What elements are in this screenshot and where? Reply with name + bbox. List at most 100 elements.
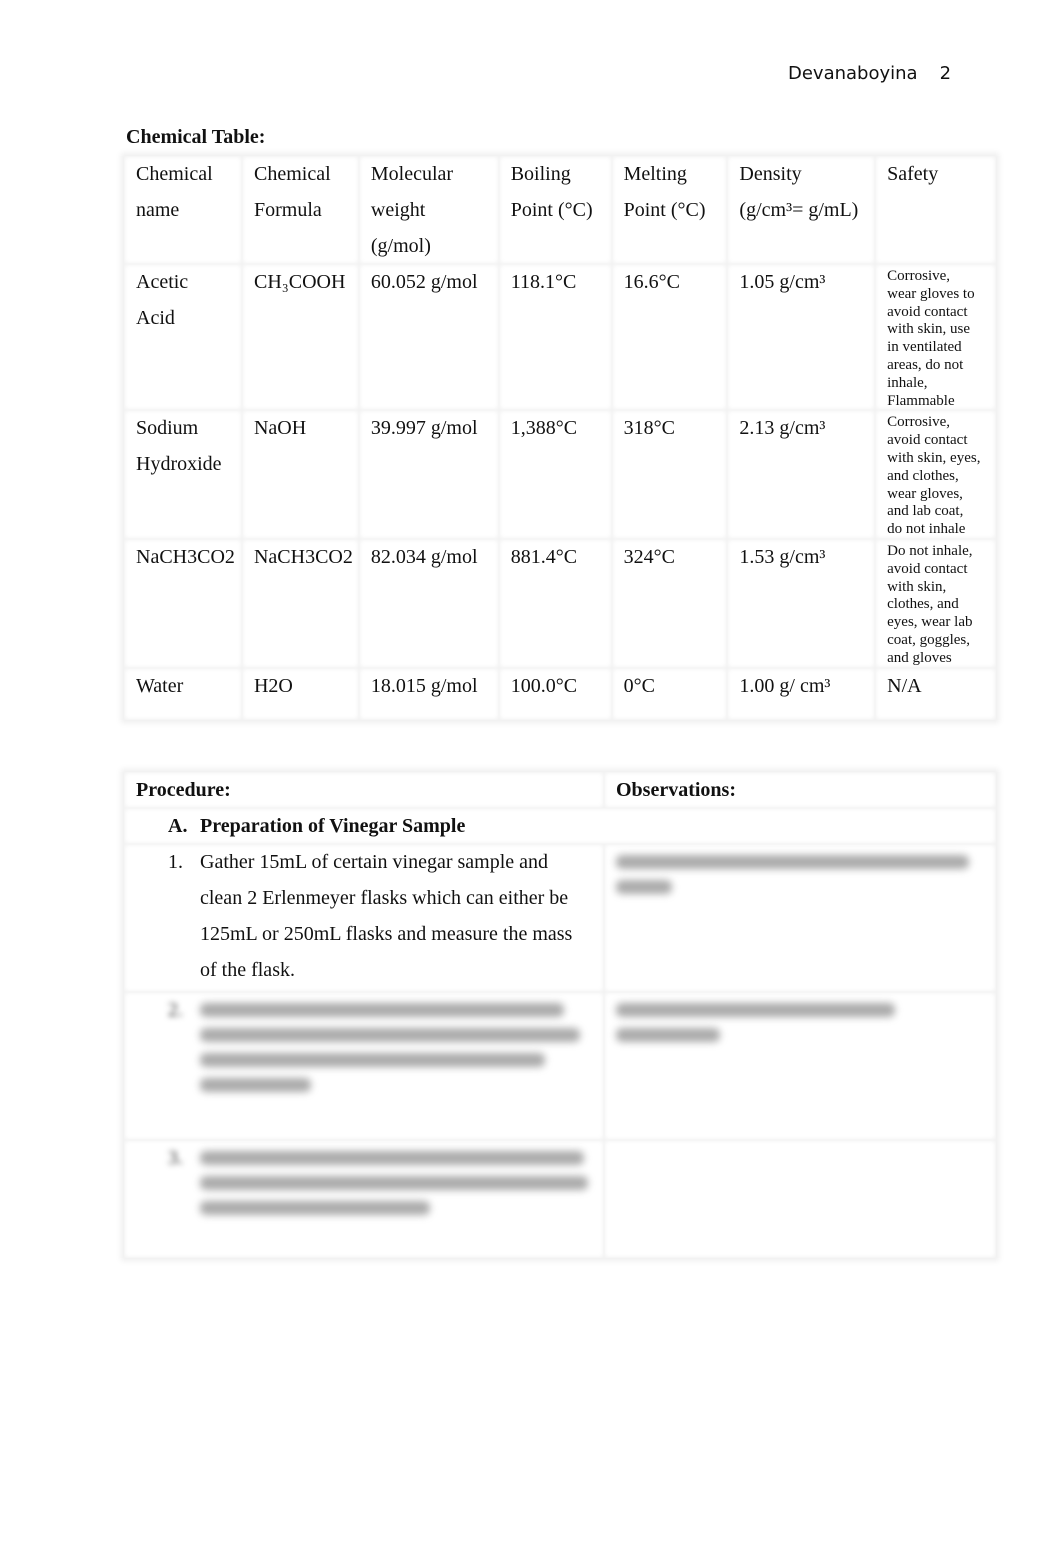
procedure-step-row: 3. [124,1140,996,1258]
chemical-name: Sodium [136,417,199,440]
procedure-table: Procedure: Observations: A. Preparation … [124,772,996,1258]
redacted-text [616,880,672,894]
redacted-step-text [200,992,596,1103]
safety-line: wear gloves to [887,285,975,302]
chemical-table: Chemical name Chemical Formula Molecular weig… [124,156,996,720]
redacted-text [616,1003,895,1017]
chemical-formula: NaOH [242,410,359,539]
procedure-step-3: 3. [124,1140,604,1258]
chemical-row: Acetic Acid CH₃COOH 60.052 g/mol 118.1°C 16.6… [124,264,996,410]
section-heading: A. Preparation of Vinegar Sample [124,808,996,844]
safety-line: with skin, [887,578,947,595]
step-line: 125mL or 250mL flasks and measure the ma… [200,923,573,945]
column-header: Chemical Formula [242,156,359,264]
column-header-line: name [136,199,180,221]
step-text: Gather 15mL of certain vinegar sample an… [200,844,596,988]
boiling-point: 100.0°C [499,668,612,720]
safety-line: and gloves [887,649,952,666]
chemical-name-cell: Water [124,668,242,720]
author-name: Devanaboyina [788,63,918,84]
safety-cell: Corrosive, avoid contact with skin, eyes, a… [875,410,996,539]
procedure-header-row: Procedure: Observations: [124,772,996,808]
safety-line: Corrosive, [887,268,951,284]
safety-line: areas, do not [887,356,964,373]
redacted-text [616,1028,721,1042]
molecular-weight: 18.015 g/mol [359,668,499,720]
step-number: 1. [168,851,183,873]
step-number: 2. [168,999,183,1021]
safety-line: do not inhale [887,521,966,538]
column-header-line: Point (°C) [623,199,706,221]
density: 1.53 g/cm³ [727,539,875,668]
boiling-point: 1,388°C [499,410,612,539]
redacted-step-text [200,1140,596,1226]
chemical-row: Sodium Hydroxide NaOH 39.997 g/mol 1,388°C 31… [124,410,996,539]
column-header: Chemical name [124,156,242,264]
safety-line: avoid contact [887,432,968,449]
step-number: 3. [168,1147,183,1169]
observation-step-3 [604,1140,996,1258]
chemical-table-body: Acetic Acid CH₃COOH 60.052 g/mol 118.1°C 16.6… [124,264,996,720]
molecular-weight: 82.034 g/mol [359,539,499,668]
column-header-line: (g/cm³= g/mL) [739,199,859,221]
safety-line: clothes, and [887,596,959,613]
safety-line: eyes, wear lab [887,614,973,631]
safety-line: avoid contact [887,560,968,577]
molecular-weight: 39.997 g/mol [359,410,499,539]
redacted-text [616,855,970,869]
safety-cell: Corrosive, wear gloves to avoid contact wit… [875,264,996,410]
safety-line: Do not inhale, [887,542,973,559]
column-header-line: Boiling [510,163,571,185]
chemical-row: NaCH3CO2 NaCH3CO2 82.034 g/mol 881.4°C 324°C… [124,539,996,668]
chemical-formula: H2O [242,668,359,720]
section-letter: A. [168,815,188,837]
chemical-formula: NaCH3CO2 [242,539,359,668]
boiling-point: 881.4°C [499,539,612,668]
observations-heading: Observations: [604,772,996,808]
procedure-step-row: 1. Gather 15mL of certain vinegar sample… [124,844,996,992]
chemical-name: Water [136,674,184,697]
density: 1.00 g/ cm³ [727,668,875,720]
column-header: Melting Point (°C) [612,156,728,264]
density: 2.13 g/cm³ [727,410,875,539]
chemical-name: Acetic [136,271,189,293]
column-header: Density (g/cm³= g/mL) [727,156,875,264]
procedure-heading: Procedure: [124,772,604,808]
safety-line: Flammable [887,392,955,409]
procedure-step-row: 2. [124,992,996,1140]
chemical-row: Water H2O 18.015 g/mol 100.0°C 0°C 1.00 g/ cm… [124,668,996,720]
section-title: Preparation of Vinegar Sample [200,815,466,837]
page-header: Devanaboyina 2 [788,63,951,84]
column-header-line: Density [739,163,802,185]
column-header: Boiling Point (°C) [499,156,612,264]
safety-line: in ventilated [887,339,962,356]
melting-point: 324°C [612,539,728,668]
column-header-line: Point (°C) [510,199,593,221]
step-line: Gather 15mL of certain vinegar sample an… [200,851,549,873]
safety-line: inhale, [887,374,928,391]
chemical-name-cell: Sodium Hydroxide [124,410,242,539]
safety-cell: Do not inhale, avoid contact with skin, clo… [875,539,996,668]
chemical-table-title: Chemical Table: [126,126,266,148]
safety-line: wear gloves, [887,485,963,502]
procedure-step-1: 1. Gather 15mL of certain vinegar sample… [124,844,604,992]
column-header-line: weight [370,199,426,221]
observation-step-2 [604,992,996,1140]
column-header: Molecular weight (g/mol) [359,156,499,264]
step-line: clean 2 Erlenmeyer flasks which can eith… [200,887,569,909]
safety-line: with skin, eyes, [887,449,981,466]
melting-point: 0°C [612,668,728,720]
chemical-formula: CH₃COOH [242,264,359,410]
column-header-line: (g/mol) [370,235,431,257]
chemical-name: NaCH3CO2 [136,545,235,568]
safety-line: with skin, use [887,321,971,338]
column-header-line: Melting [623,163,687,185]
page-number: 2 [939,63,952,84]
safety-cell: N/A [875,668,996,720]
column-header-line: Chemical [253,163,331,185]
observation-step-1 [604,844,996,992]
chemical-name-cell: NaCH3CO2 [124,539,242,668]
column-header-line: Safety [887,163,939,185]
safety-line: and lab coat, [887,503,964,520]
melting-point: 318°C [612,410,728,539]
